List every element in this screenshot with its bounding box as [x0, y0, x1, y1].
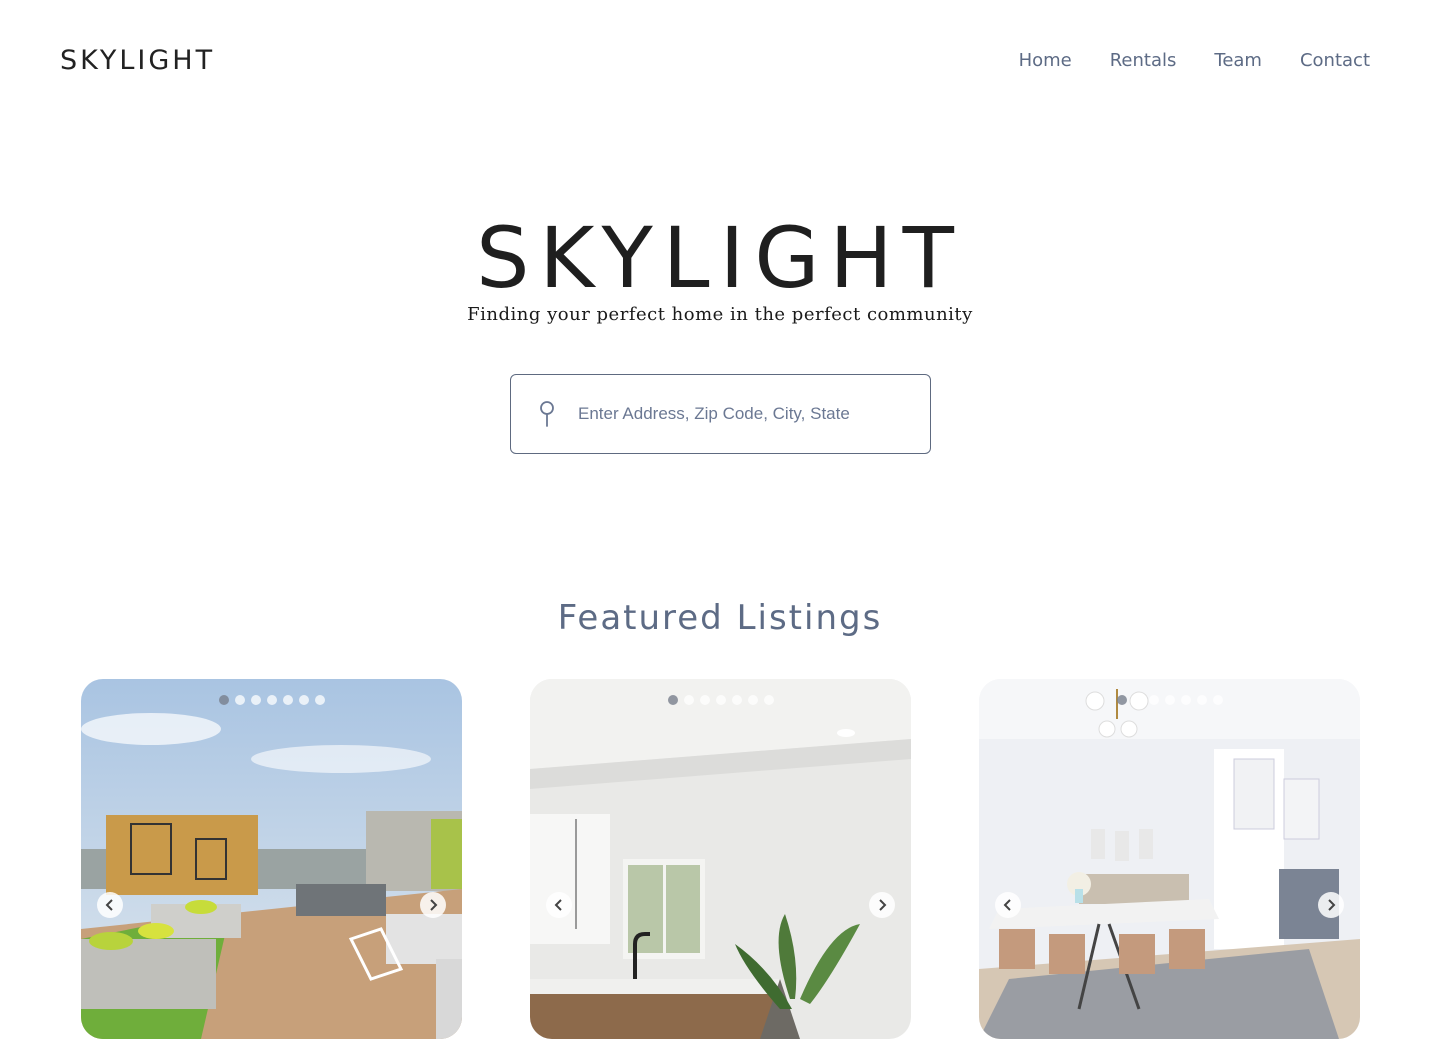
- carousel-prev-button[interactable]: [995, 892, 1021, 918]
- carousel-dot[interactable]: [667, 695, 678, 705]
- carousel-dot[interactable]: [234, 695, 245, 705]
- hero-title: SKYLIGHT: [476, 209, 964, 307]
- carousel-next-button[interactable]: [420, 892, 446, 918]
- chevron-right-icon: [879, 899, 887, 911]
- carousel-dot[interactable]: [699, 695, 710, 705]
- carousel-dot[interactable]: [763, 695, 774, 705]
- carousel-dots: [979, 695, 1360, 705]
- listing-photo-rooftop: [81, 679, 462, 1039]
- main-nav: Home Rentals Team Contact: [1019, 50, 1370, 71]
- listing-card-1[interactable]: [81, 679, 462, 1039]
- listing-card-2[interactable]: [530, 679, 911, 1039]
- chevron-left-icon: [554, 899, 562, 911]
- carousel-dot[interactable]: [1164, 695, 1175, 705]
- carousel-dot[interactable]: [731, 695, 742, 705]
- site-logo[interactable]: SKYLIGHT: [60, 45, 215, 76]
- carousel-dot[interactable]: [1148, 695, 1159, 705]
- carousel-dot[interactable]: [715, 695, 726, 705]
- carousel-next-button[interactable]: [1318, 892, 1344, 918]
- map-pin-icon: [540, 401, 554, 427]
- listing-photo-dining: [979, 679, 1360, 1039]
- hero-tagline: Finding your perfect home in the perfect…: [467, 304, 973, 325]
- carousel-dot[interactable]: [218, 695, 229, 705]
- carousel-dot[interactable]: [683, 695, 694, 705]
- nav-contact[interactable]: Contact: [1300, 50, 1370, 71]
- chevron-right-icon: [1328, 899, 1336, 911]
- listing-photo-kitchen: [530, 679, 911, 1039]
- carousel-dot[interactable]: [1196, 695, 1207, 705]
- carousel-dot[interactable]: [747, 695, 758, 705]
- carousel-dots: [81, 695, 462, 705]
- listing-card-3[interactable]: [979, 679, 1360, 1039]
- carousel-next-button[interactable]: [869, 892, 895, 918]
- carousel-dot[interactable]: [266, 695, 277, 705]
- carousel-dot[interactable]: [282, 695, 293, 705]
- chevron-left-icon: [1003, 899, 1011, 911]
- carousel-prev-button[interactable]: [97, 892, 123, 918]
- chevron-left-icon: [105, 899, 113, 911]
- nav-rentals[interactable]: Rentals: [1110, 50, 1177, 71]
- chevron-right-icon: [430, 899, 438, 911]
- carousel-dot[interactable]: [298, 695, 309, 705]
- nav-team[interactable]: Team: [1214, 50, 1262, 71]
- carousel-dots: [530, 695, 911, 705]
- carousel-dot[interactable]: [250, 695, 261, 705]
- carousel-dot[interactable]: [1180, 695, 1191, 705]
- location-search-box[interactable]: [510, 374, 931, 454]
- carousel-dot[interactable]: [1212, 695, 1223, 705]
- nav-home[interactable]: Home: [1019, 50, 1072, 71]
- carousel-dot[interactable]: [314, 695, 325, 705]
- featured-listings-title: Featured Listings: [557, 598, 883, 638]
- carousel-dot[interactable]: [1116, 695, 1127, 705]
- carousel-prev-button[interactable]: [546, 892, 572, 918]
- carousel-dot[interactable]: [1132, 695, 1143, 705]
- top-nav-bar: SKYLIGHT Home Rentals Team Contact: [0, 0, 1440, 124]
- search-input[interactable]: [578, 404, 898, 424]
